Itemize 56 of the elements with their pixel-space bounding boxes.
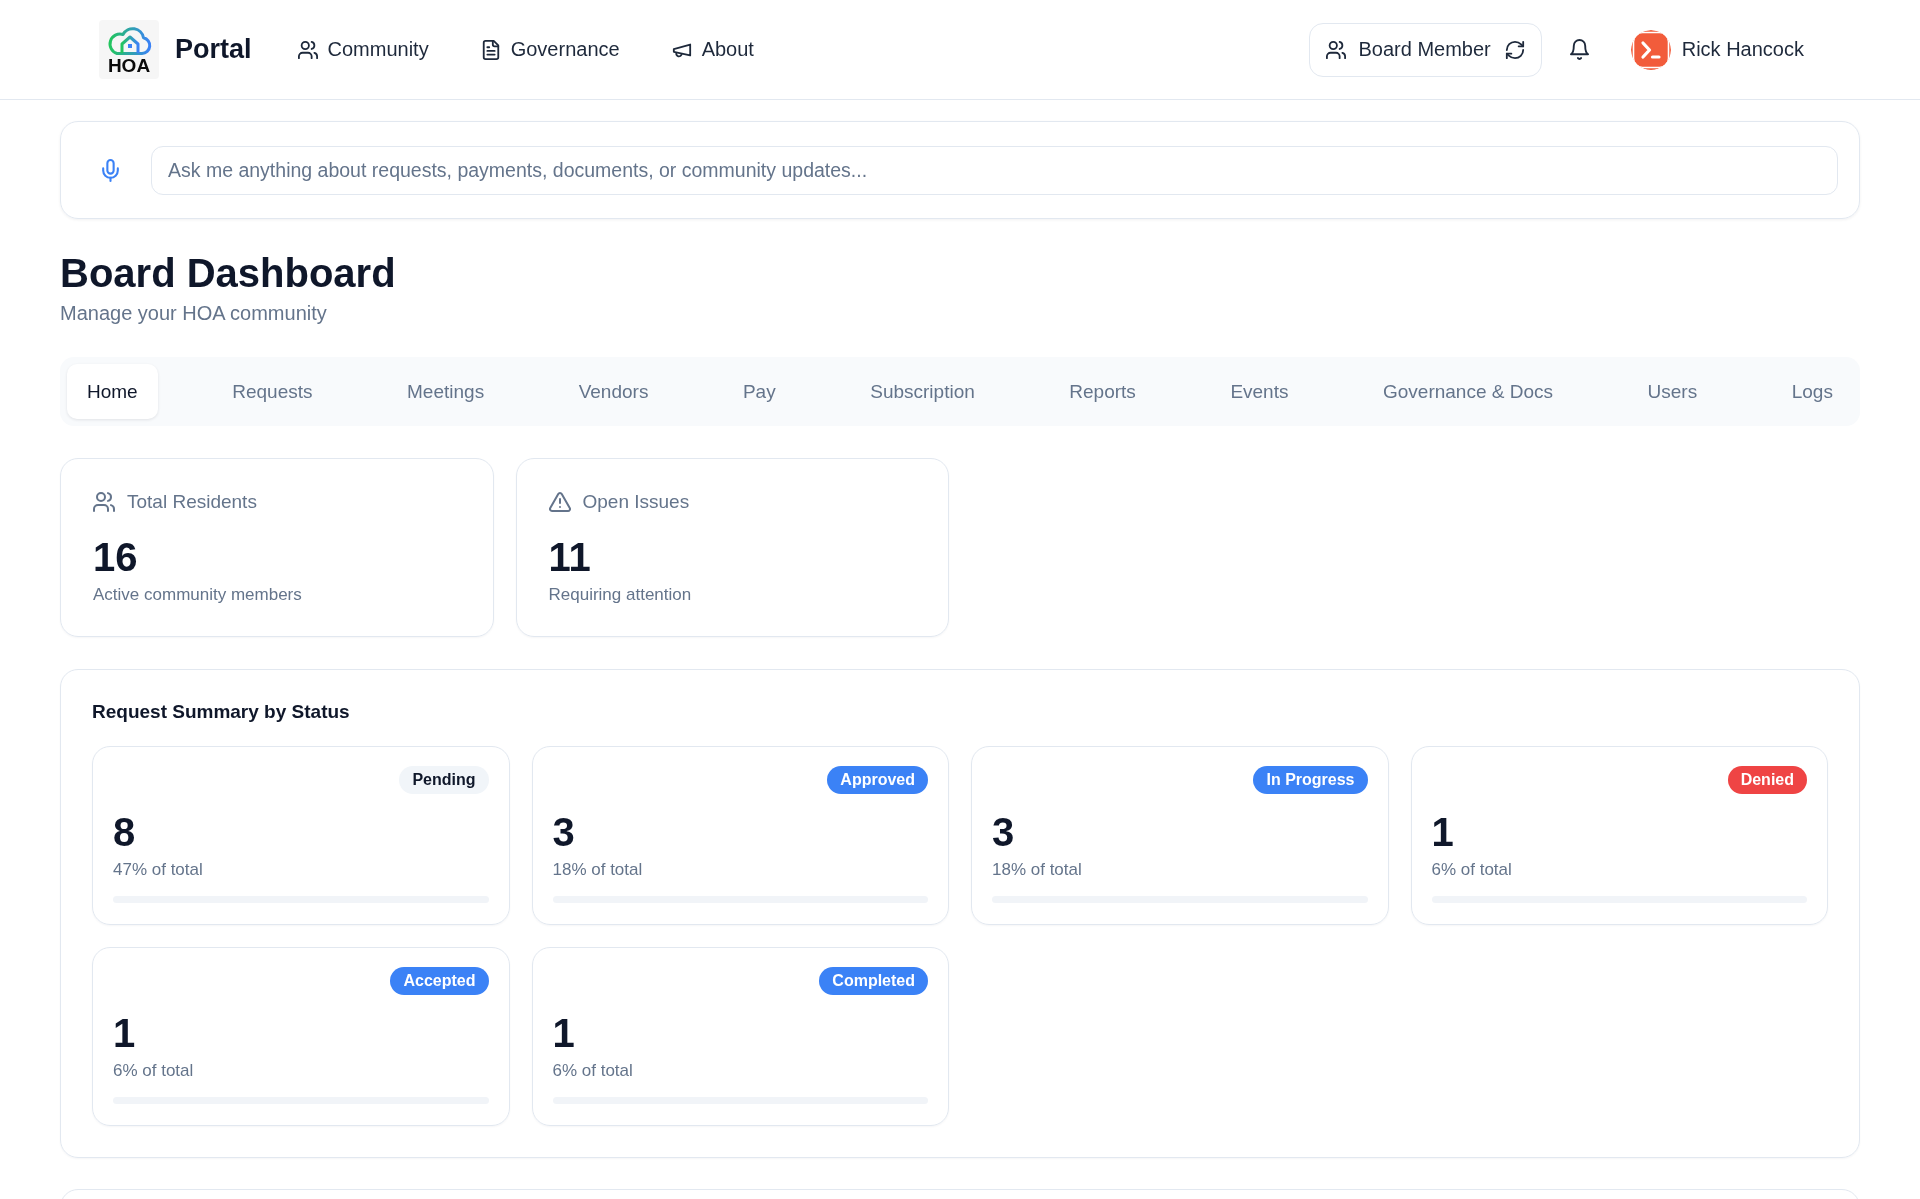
stat-value: 11 bbox=[548, 534, 592, 581]
nav-link[interactable]: Community bbox=[297, 38, 429, 61]
status-count: 1 bbox=[1431, 809, 1455, 856]
tab[interactable]: Governance & Docs bbox=[1363, 364, 1574, 419]
nav-link[interactable]: Governance bbox=[480, 38, 620, 61]
status-share: 18% of total bbox=[552, 859, 644, 881]
people-icon bbox=[93, 491, 115, 513]
document-icon bbox=[480, 39, 501, 60]
stat-value: 16 bbox=[93, 534, 139, 581]
section-title: Request Summary by Status bbox=[92, 700, 351, 724]
tab[interactable]: Subscription bbox=[850, 364, 995, 419]
status-badge: Denied bbox=[1727, 766, 1807, 794]
terminal-avatar-icon bbox=[1630, 29, 1671, 70]
brand-name: Portal bbox=[175, 34, 252, 65]
stat-caption: Requiring attention bbox=[548, 584, 693, 606]
status-count: 3 bbox=[992, 809, 1016, 856]
nav-link[interactable]: About bbox=[671, 38, 754, 61]
status-count: 1 bbox=[113, 1010, 137, 1057]
status-count: 8 bbox=[113, 809, 137, 856]
tab[interactable]: Home bbox=[67, 364, 158, 419]
logo-text: HOA bbox=[107, 56, 151, 75]
tab[interactable]: Reports bbox=[1049, 364, 1156, 419]
role-switch-button[interactable]: Board Member bbox=[1309, 22, 1542, 77]
status-badge: Pending bbox=[399, 766, 489, 794]
status-badge: Accepted bbox=[390, 967, 489, 995]
status-badge: Approved bbox=[827, 766, 928, 794]
status-share: 6% of total bbox=[113, 1060, 195, 1082]
tab[interactable]: Vendors bbox=[558, 364, 669, 419]
hoa-logo[interactable]: HOA bbox=[99, 20, 159, 79]
stat-caption: Active community members bbox=[93, 584, 303, 606]
tab[interactable]: Events bbox=[1210, 364, 1309, 419]
status-count: 3 bbox=[552, 809, 576, 856]
status-share: 6% of total bbox=[552, 1060, 634, 1082]
tab[interactable]: Meetings bbox=[387, 364, 505, 419]
stat-label: Open Issues bbox=[582, 490, 690, 514]
ask-input-field[interactable]: Ask me anything about requests, payments, documents, or community updates... bbox=[151, 145, 1838, 195]
warning-triangle-icon bbox=[548, 491, 571, 513]
people-icon bbox=[297, 39, 318, 60]
tab[interactable]: Pay bbox=[722, 364, 796, 419]
user-menu-button[interactable]: Rick Hancock bbox=[1630, 29, 1804, 70]
tab[interactable]: Users bbox=[1627, 364, 1718, 419]
page-subtitle: Manage your HOA community bbox=[60, 301, 328, 325]
tab[interactable]: Logs bbox=[1771, 364, 1853, 419]
tab[interactable]: Requests bbox=[212, 364, 333, 419]
people-icon bbox=[1326, 39, 1347, 60]
status-share: 47% of total bbox=[113, 859, 204, 881]
notification-bell-icon[interactable] bbox=[1569, 39, 1589, 60]
status-count: 1 bbox=[552, 1010, 576, 1057]
microphone-icon[interactable] bbox=[102, 158, 119, 182]
stat-label: Total Residents bbox=[127, 490, 257, 514]
status-share: 6% of total bbox=[1431, 859, 1513, 881]
status-badge: In Progress bbox=[1253, 766, 1368, 794]
status-badge: Completed bbox=[819, 967, 928, 995]
page-title: Board Dashboard bbox=[60, 250, 397, 297]
refresh-icon bbox=[1504, 39, 1525, 60]
status-share: 18% of total bbox=[992, 859, 1083, 881]
